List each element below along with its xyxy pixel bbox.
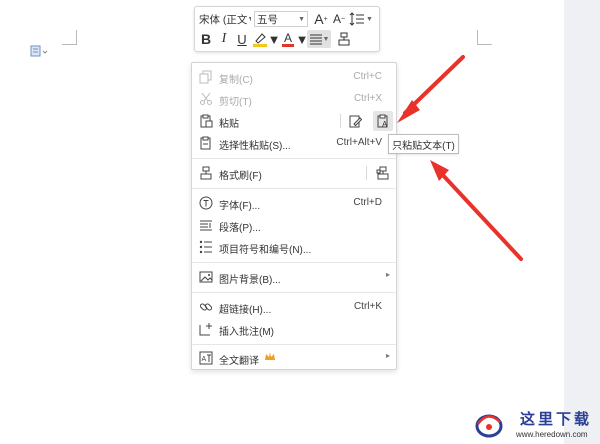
watermark: 这里下载 www.heredown.com xyxy=(470,406,596,442)
annotation-arrows xyxy=(397,55,523,261)
arrow-pointer-bottom xyxy=(438,170,523,261)
watermark-logo-icon xyxy=(475,414,503,438)
watermark-url: www.heredown.com xyxy=(516,430,588,439)
watermark-title: 这里下载 xyxy=(520,410,593,428)
